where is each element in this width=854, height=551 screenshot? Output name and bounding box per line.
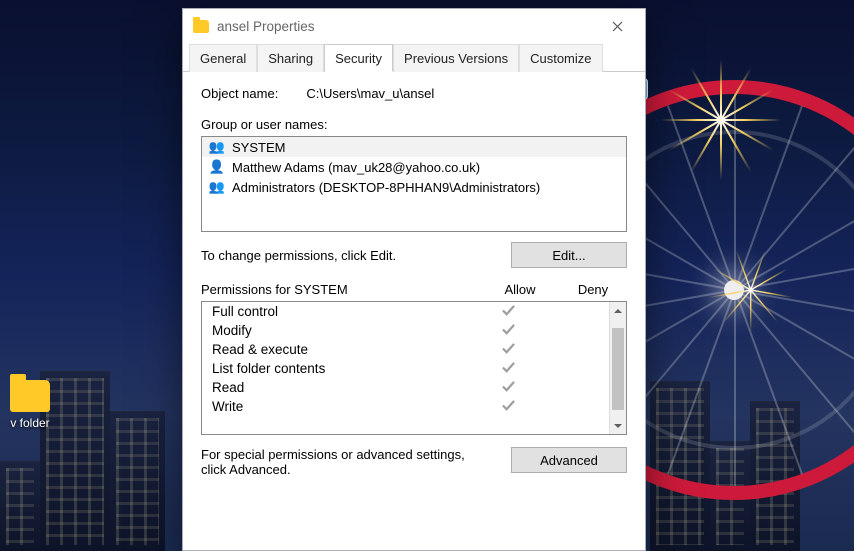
close-button[interactable] (595, 9, 639, 43)
permission-allow (469, 380, 547, 396)
scroll-up-button[interactable] (610, 302, 626, 319)
tab-bar: GeneralSharingSecurityPrevious VersionsC… (183, 43, 645, 72)
scrollbar[interactable] (609, 302, 626, 434)
scroll-down-button[interactable] (610, 417, 626, 434)
groups-listbox[interactable]: 👥 SYSTEM 👤 Matthew Adams (mav_uk28@yahoo.co… (201, 136, 627, 232)
permissions-header-allow: Allow (481, 282, 559, 297)
permission-row[interactable]: List folder contents (202, 359, 609, 378)
group-name: SYSTEM (232, 140, 285, 155)
folder-icon (193, 20, 209, 33)
permission-name: Write (212, 399, 469, 414)
permission-allow (469, 323, 547, 339)
window-title: ansel Properties (217, 19, 595, 34)
permission-name: Modify (212, 323, 469, 338)
permission-row[interactable]: Write (202, 397, 609, 416)
chevron-up-icon (614, 307, 622, 315)
permission-name: Read & execute (212, 342, 469, 357)
object-name-value: C:\Users\mav_u\ansel (306, 86, 434, 101)
permission-allow (469, 361, 547, 377)
permission-row[interactable]: Read (202, 378, 609, 397)
permission-allow (469, 304, 547, 320)
chevron-down-icon (614, 422, 622, 430)
scrollbar-thumb[interactable] (612, 328, 624, 410)
group-icon: 👥 (208, 139, 226, 155)
permission-allow (469, 342, 547, 358)
permission-name: Full control (212, 304, 469, 319)
edit-button[interactable]: Edit... (511, 242, 627, 268)
group-row[interactable]: 👥 SYSTEM (202, 137, 626, 157)
permission-row[interactable]: Modify (202, 321, 609, 340)
permission-name: List folder contents (212, 361, 469, 376)
edit-hint: To change permissions, click Edit. (201, 248, 396, 263)
group-row[interactable]: 👥 Administrators (DESKTOP-8PHHAN9\Adminis… (202, 177, 626, 197)
object-name-label: Object name: (201, 86, 278, 101)
desktop-folder-icon[interactable]: v folder (0, 380, 60, 430)
permission-name: Read (212, 380, 469, 395)
advanced-hint: For special permissions or advanced sett… (201, 447, 491, 477)
permission-row[interactable]: Read & execute (202, 340, 609, 359)
tab-customize[interactable]: Customize (519, 44, 602, 72)
permissions-header-deny: Deny (559, 282, 627, 297)
group-name: Matthew Adams (mav_uk28@yahoo.co.uk) (232, 160, 480, 175)
security-tab-content: Object name: C:\Users\mav_u\ansel Group … (183, 72, 645, 550)
group-icon: 👥 (208, 179, 226, 195)
permissions-listbox: Full control Modify Read & execute List fol… (201, 301, 627, 435)
close-icon (612, 21, 623, 32)
folder-icon (10, 380, 50, 412)
user-icon: 👤 (208, 159, 226, 175)
tab-previous-versions[interactable]: Previous Versions (393, 44, 519, 72)
group-name: Administrators (DESKTOP-8PHHAN9\Administ… (232, 180, 540, 195)
permission-row[interactable]: Full control (202, 302, 609, 321)
permission-allow (469, 399, 547, 415)
desktop-folder-label: v folder (10, 416, 49, 430)
titlebar[interactable]: ansel Properties (183, 9, 645, 43)
permissions-header-name: Permissions for SYSTEM (201, 282, 481, 297)
tab-general[interactable]: General (189, 44, 257, 72)
properties-dialog: ansel Properties GeneralSharingSecurityP… (182, 8, 646, 551)
tab-security[interactable]: Security (324, 44, 393, 72)
groups-label: Group or user names: (201, 117, 627, 132)
tab-sharing[interactable]: Sharing (257, 44, 324, 72)
group-row[interactable]: 👤 Matthew Adams (mav_uk28@yahoo.co.uk) (202, 157, 626, 177)
advanced-button[interactable]: Advanced (511, 447, 627, 473)
